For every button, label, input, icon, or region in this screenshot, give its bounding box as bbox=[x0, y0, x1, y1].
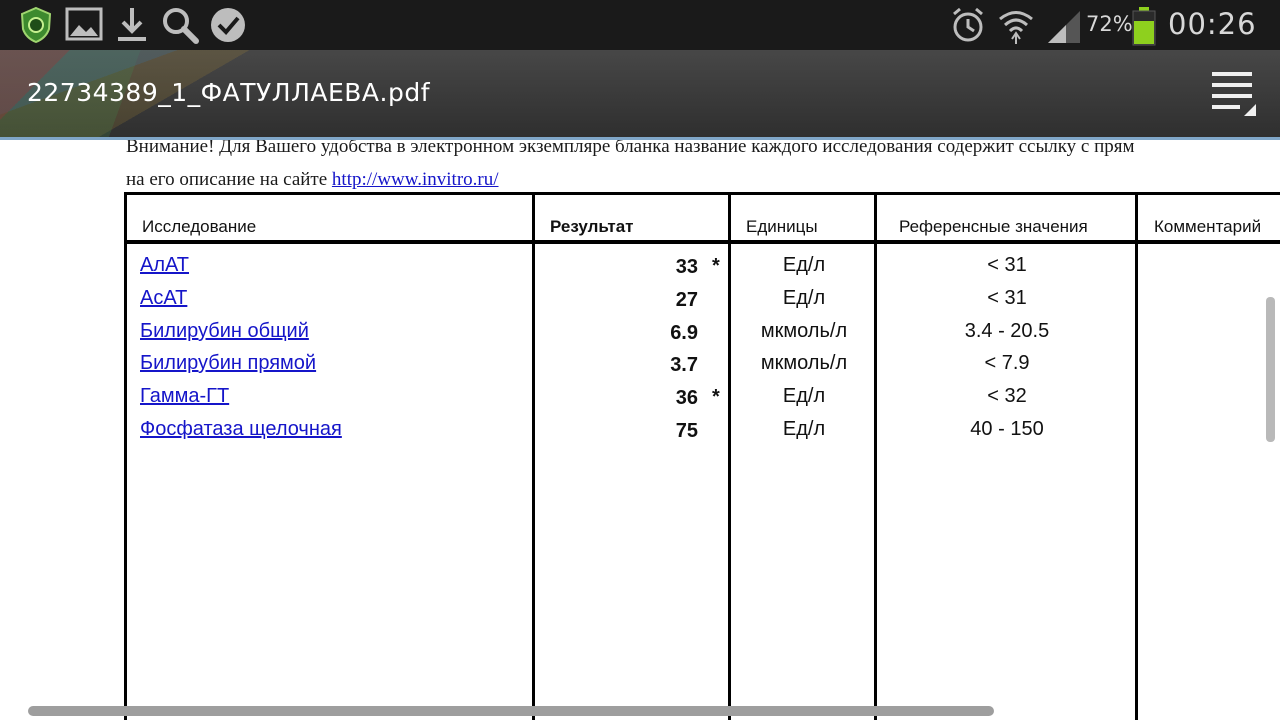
unit-value: Ед/л bbox=[782, 418, 826, 440]
test-link-asat[interactable]: АсАТ bbox=[140, 287, 187, 309]
column-divider bbox=[532, 192, 535, 720]
test-link-alat[interactable]: АлАТ bbox=[140, 254, 189, 276]
result-value: 27 bbox=[675, 289, 698, 311]
pdf-page[interactable]: Внимание! Для Вашего удобства в электрон… bbox=[0, 140, 1280, 720]
test-link-gamma-gt[interactable]: Гамма-ГТ bbox=[140, 385, 229, 407]
status-bar: 72% 00:26 bbox=[0, 0, 1280, 50]
header-result: Результат bbox=[550, 217, 634, 236]
result-flag: * bbox=[712, 255, 720, 277]
test-link-alkaline-phosphatase[interactable]: Фосфатаза щелочная bbox=[140, 418, 342, 440]
reference-value: < 31 bbox=[987, 254, 1027, 276]
test-name: Билирубин общий bbox=[140, 320, 309, 343]
reference-value: 3.4 - 20.5 bbox=[964, 320, 1050, 342]
vertical-scrollbar[interactable] bbox=[1266, 297, 1275, 442]
unit-value: мкмоль/л bbox=[760, 320, 848, 342]
reference-value: < 31 bbox=[987, 287, 1027, 309]
result-value: 33 bbox=[675, 256, 698, 278]
test-name: Гамма-ГТ bbox=[140, 385, 229, 408]
check-icon[interactable] bbox=[207, 5, 249, 45]
signal-icon bbox=[1048, 11, 1080, 43]
action-bar: 22734389_1_ФАТУЛЛАЕВА.pdf bbox=[0, 50, 1280, 140]
alarm-icon bbox=[953, 7, 983, 42]
test-name: АлАТ bbox=[140, 254, 189, 277]
notice-line-2: на его описание на сайте http://www.invi… bbox=[126, 169, 499, 191]
antivirus-icon[interactable] bbox=[16, 5, 56, 45]
test-link-bilirubin-total[interactable]: Билирубин общий bbox=[140, 320, 309, 342]
menu-icon[interactable] bbox=[1206, 68, 1258, 120]
header-comment: Комментарий bbox=[1154, 217, 1262, 236]
notice-line-1: Внимание! Для Вашего удобства в электрон… bbox=[126, 140, 1135, 157]
horizontal-scrollbar[interactable] bbox=[28, 706, 994, 716]
header-units: Единицы bbox=[746, 217, 818, 236]
image-icon[interactable] bbox=[65, 5, 103, 43]
document-title: 22734389_1_ФАТУЛЛАЕВА.pdf bbox=[27, 78, 431, 107]
search-icon[interactable] bbox=[160, 5, 200, 45]
table-top-border bbox=[124, 192, 1280, 195]
test-name: Билирубин прямой bbox=[140, 352, 316, 375]
unit-value: мкмоль/л bbox=[760, 352, 848, 374]
result-value: 6.9 bbox=[670, 322, 698, 344]
notice-text: на его описание на сайте bbox=[126, 169, 332, 190]
table-left-border bbox=[124, 192, 127, 720]
result-flag: * bbox=[712, 386, 720, 408]
invitro-link[interactable]: http://www.invitro.ru/ bbox=[332, 169, 499, 190]
result-value: 3.7 bbox=[670, 354, 698, 376]
header-test: Исследование bbox=[142, 217, 257, 236]
result-value: 36 bbox=[675, 387, 698, 409]
clock: 00:26 bbox=[1168, 7, 1257, 41]
unit-value: Ед/л bbox=[782, 287, 826, 309]
unit-value: Ед/л bbox=[782, 254, 826, 276]
unit-value: Ед/л bbox=[782, 385, 826, 407]
header-reference: Референсные значения bbox=[899, 217, 1088, 236]
reference-value: 40 - 150 bbox=[970, 418, 1044, 440]
result-value: 75 bbox=[675, 420, 698, 442]
test-name: АсАТ bbox=[140, 287, 187, 310]
table-header-border bbox=[124, 240, 1280, 244]
battery-icon bbox=[1132, 7, 1156, 46]
wifi-icon bbox=[999, 11, 1033, 44]
test-link-bilirubin-direct[interactable]: Билирубин прямой bbox=[140, 352, 316, 374]
reference-value: < 32 bbox=[987, 385, 1027, 407]
reference-value: < 7.9 bbox=[984, 352, 1030, 374]
download-icon[interactable] bbox=[114, 5, 150, 45]
battery-percent: 72% bbox=[1086, 12, 1133, 36]
test-name: Фосфатаза щелочная bbox=[140, 418, 342, 441]
